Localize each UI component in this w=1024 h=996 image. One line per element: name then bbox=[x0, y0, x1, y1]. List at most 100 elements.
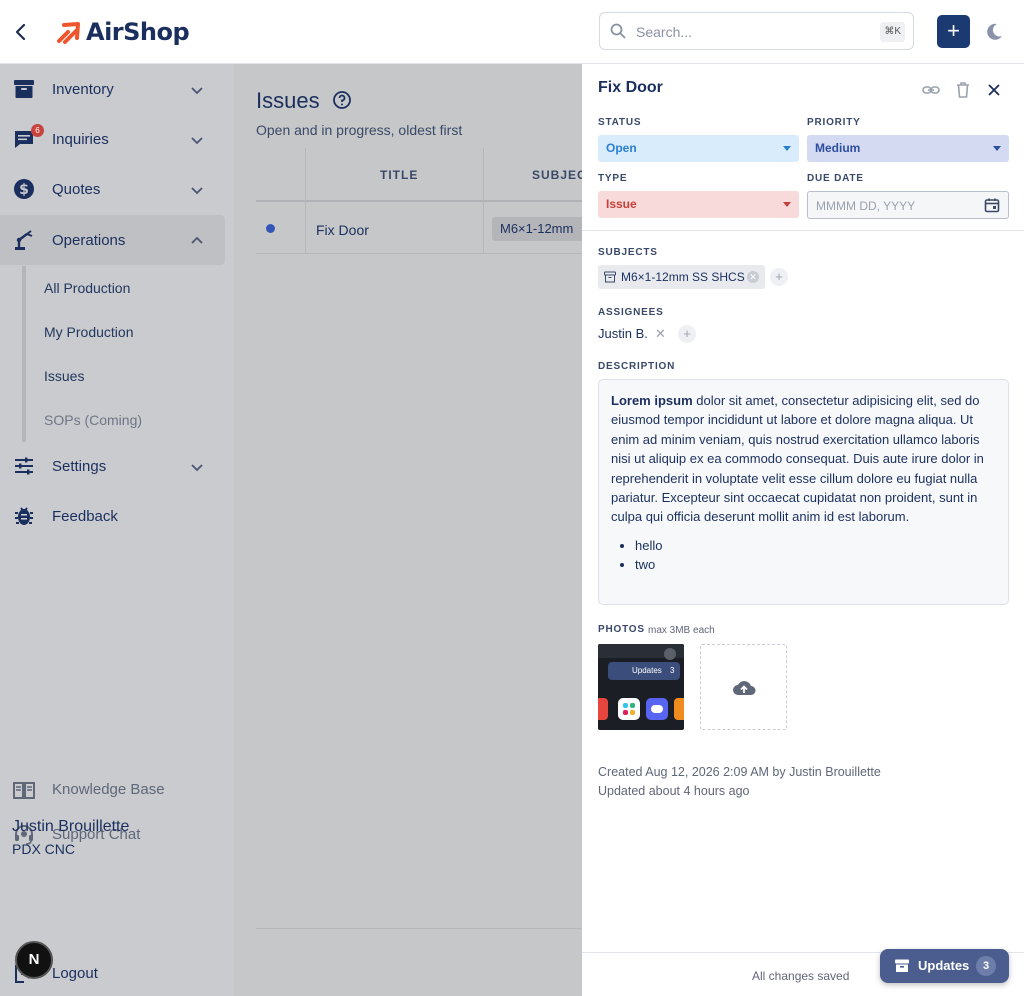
status-label: STATUS bbox=[598, 117, 642, 128]
moon-icon[interactable] bbox=[984, 22, 1004, 42]
sidebar-item-feedback[interactable]: Feedback bbox=[0, 491, 225, 541]
issue-detail-panel: Fix Door STATUS PRIORITY Open Medium TYP… bbox=[582, 64, 1024, 996]
column-header-subjects[interactable]: SUBJEC bbox=[532, 168, 587, 182]
add-assignee-button[interactable]: + bbox=[678, 325, 696, 343]
issue-title[interactable]: Fix Door bbox=[598, 79, 663, 97]
column-header-title[interactable]: TITLE bbox=[380, 168, 418, 182]
user-name: Justin Brouillette bbox=[12, 818, 130, 835]
updates-label: Updates bbox=[918, 958, 970, 973]
user-organization: PDX CNC bbox=[12, 841, 76, 857]
logout-button[interactable]: Logout bbox=[52, 965, 98, 982]
brand-name: AirShop bbox=[86, 18, 190, 46]
sidebar-item-inquiries[interactable]: 6 Inquiries bbox=[0, 114, 225, 164]
close-icon[interactable] bbox=[984, 80, 1004, 100]
description-bullet-list: hello two bbox=[611, 536, 996, 575]
priority-label: PRIORITY bbox=[807, 117, 861, 128]
sidebar-item-inventory[interactable]: Inventory bbox=[0, 64, 225, 114]
subject-chip[interactable]: M6×1-12mm SS SHCS ✕ bbox=[598, 265, 765, 289]
chevron-down-icon bbox=[191, 464, 203, 472]
thumbnail-delete-icon[interactable] bbox=[664, 648, 676, 660]
calendar-icon[interactable] bbox=[984, 197, 1000, 213]
type-label: TYPE bbox=[598, 173, 628, 184]
chevron-down-icon bbox=[191, 187, 203, 195]
bug-icon bbox=[15, 507, 33, 525]
airshop-logo-icon bbox=[57, 22, 80, 44]
description-bold-text: Lorem ipsum bbox=[611, 393, 693, 408]
sidebar-item-label: Settings bbox=[52, 458, 107, 475]
status-select[interactable]: Open bbox=[598, 135, 799, 162]
issues-list-area: Issues Open and in progress, oldest firs… bbox=[234, 64, 586, 996]
table-row[interactable]: Fix Door M6×1-12mm bbox=[256, 204, 582, 254]
sidebar-subitem-my-production[interactable]: My Production bbox=[22, 310, 222, 354]
row-title: Fix Door bbox=[316, 222, 369, 238]
sidebar-subitem-issues[interactable]: Issues bbox=[22, 354, 222, 398]
slack-app-icon bbox=[618, 698, 640, 720]
remove-assignee-icon[interactable]: ✕ bbox=[655, 326, 666, 342]
dollar-icon: $ bbox=[14, 179, 34, 199]
thumbnail-updates-count: 3 bbox=[670, 666, 675, 675]
sidebar-item-label: Operations bbox=[52, 232, 126, 249]
description-paragraph: Lorem ipsum dolor sit amet, consectetur … bbox=[611, 391, 996, 527]
book-icon bbox=[13, 782, 35, 799]
top-bar: AirShop ⌘K + bbox=[0, 0, 1024, 64]
sidebar-item-label: Inventory bbox=[52, 81, 114, 98]
chevron-down-icon bbox=[191, 87, 203, 95]
chevron-down-icon bbox=[191, 137, 203, 145]
table-header: TITLE SUBJEC bbox=[256, 148, 586, 254]
assignees-label: ASSIGNEES bbox=[598, 307, 664, 318]
back-arrow-icon[interactable] bbox=[10, 20, 32, 44]
sidebar-item-settings[interactable]: Settings bbox=[0, 441, 225, 491]
inquiries-count-badge: 6 bbox=[31, 124, 44, 137]
due-date-input[interactable] bbox=[816, 198, 976, 214]
robot-arm-icon bbox=[15, 230, 33, 250]
due-date-field[interactable] bbox=[807, 191, 1009, 219]
sidebar-subitem-all-production[interactable]: All Production bbox=[22, 266, 222, 310]
link-icon[interactable] bbox=[921, 80, 941, 100]
thumbnail-updates-button: Updates 3 bbox=[608, 662, 680, 680]
status-value: Open bbox=[606, 141, 637, 155]
description-body-text: dolor sit amet, consectetur adipisicing … bbox=[611, 393, 984, 525]
discord-app-icon bbox=[646, 698, 668, 720]
subitem-label: SOPs (Coming) bbox=[44, 412, 143, 428]
add-subject-button[interactable]: + bbox=[770, 268, 788, 286]
type-select[interactable]: Issue bbox=[598, 191, 799, 218]
avatar[interactable]: N bbox=[15, 941, 53, 979]
photo-thumbnail[interactable]: Updates 3 bbox=[598, 644, 684, 730]
row-subject-chip: M6×1-12mm bbox=[492, 217, 582, 241]
sidebar-item-label: Inquiries bbox=[52, 131, 109, 148]
help-icon[interactable] bbox=[332, 90, 352, 110]
created-info: Created Aug 12, 2026 2:09 AM by Justin B… bbox=[598, 765, 881, 779]
subitem-label: Issues bbox=[44, 368, 85, 384]
sidebar-item-quotes[interactable]: $ Quotes bbox=[0, 164, 225, 214]
archive-icon bbox=[604, 271, 616, 283]
sidebar-subitem-sops[interactable]: SOPs (Coming) bbox=[22, 398, 222, 442]
search-box[interactable]: ⌘K bbox=[599, 12, 914, 50]
assignee-name: Justin B. bbox=[598, 326, 648, 341]
thumbnail-updates-label: Updates bbox=[632, 666, 662, 675]
updated-info: Updated about 4 hours ago bbox=[598, 784, 750, 798]
subject-chip-label: M6×1-12mm SS SHCS bbox=[621, 270, 745, 284]
updates-button[interactable]: Updates 3 bbox=[880, 949, 1009, 983]
add-button[interactable]: + bbox=[937, 15, 970, 48]
photos-size-hint: max 3MB each bbox=[648, 625, 715, 636]
trash-icon[interactable] bbox=[953, 80, 973, 100]
sidebar-item-operations[interactable]: Operations bbox=[0, 215, 225, 265]
status-dot bbox=[266, 224, 275, 233]
priority-select[interactable]: Medium bbox=[807, 135, 1009, 162]
description-label: DESCRIPTION bbox=[598, 361, 676, 372]
knowledge-base-link[interactable]: Knowledge Base bbox=[0, 770, 225, 810]
archive-icon bbox=[895, 959, 909, 972]
caret-down-icon bbox=[993, 146, 1001, 151]
app-icon-orange bbox=[674, 698, 684, 720]
search-input[interactable] bbox=[636, 22, 866, 42]
brand-logo[interactable]: AirShop bbox=[56, 16, 190, 48]
subitem-label: My Production bbox=[44, 324, 134, 340]
table-footer-divider bbox=[256, 928, 582, 929]
description-editor[interactable]: Lorem ipsum dolor sit amet, consectetur … bbox=[598, 379, 1009, 605]
remove-subject-icon[interactable]: ✕ bbox=[747, 271, 759, 283]
search-shortcut-hint: ⌘K bbox=[880, 22, 905, 42]
archive-icon bbox=[14, 80, 34, 98]
list-item: hello bbox=[635, 536, 996, 555]
panel-footer: All changes saved Updates 3 bbox=[582, 949, 1024, 996]
photo-upload-dropzone[interactable] bbox=[700, 644, 787, 730]
